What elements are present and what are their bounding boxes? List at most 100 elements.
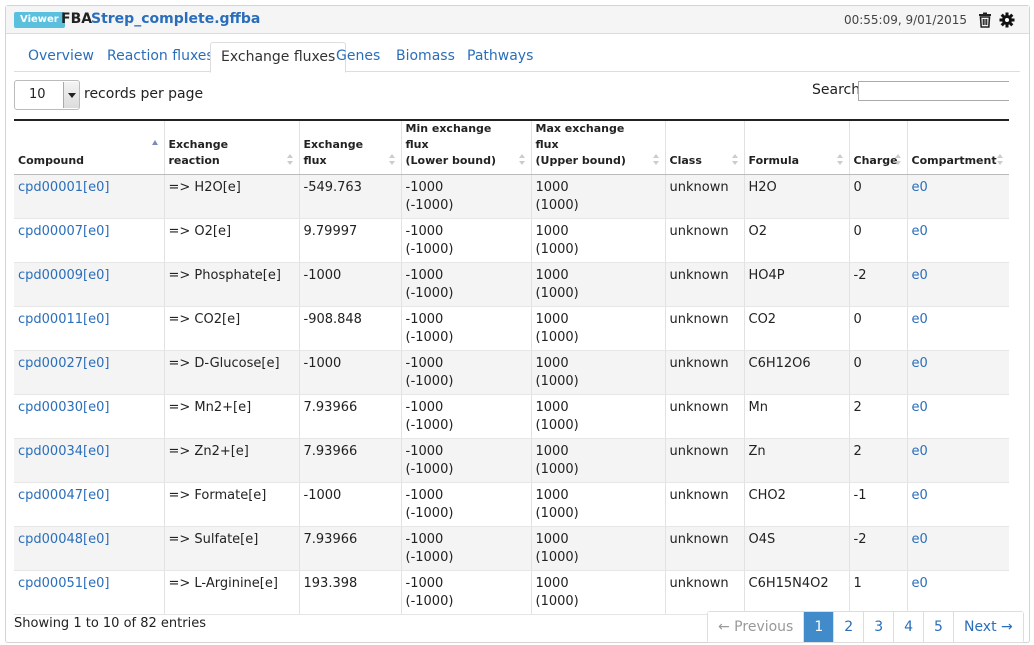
cell-compound: cpd00051[e0] — [14, 570, 165, 615]
next-page-button[interactable]: Next → — [953, 612, 1023, 642]
sort-both-icon — [388, 154, 395, 166]
tab-pathways[interactable]: Pathways — [457, 42, 543, 72]
compartment-link[interactable]: e0 — [912, 224, 928, 239]
cell-max-exchange-flux: 1000 (1000) — [531, 438, 666, 483]
column-header-compound[interactable]: Compound — [14, 119, 165, 175]
records-per-page-label: records per page — [84, 86, 204, 102]
cell-compartment: e0 — [907, 306, 1009, 351]
page-button-4[interactable]: 4 — [894, 612, 925, 642]
compound-link[interactable]: cpd00011[e0] — [18, 312, 109, 327]
tab-bar: Overview Reaction fluxes Exchange fluxes… — [14, 42, 1020, 73]
chevron-down-icon[interactable] — [63, 82, 79, 108]
compartment-link[interactable]: e0 — [912, 532, 928, 547]
compartment-link[interactable]: e0 — [912, 400, 928, 415]
tab-biomass[interactable]: Biomass — [386, 42, 465, 72]
charge-value: -1 — [853, 488, 867, 503]
cell-class: unknown — [665, 482, 745, 527]
cell-exchange-flux: 9.79997 — [299, 218, 402, 263]
column-header-charge[interactable]: Charge — [849, 119, 908, 175]
cell-formula: O4S — [744, 526, 850, 571]
compound-link[interactable]: cpd00048[e0] — [18, 532, 109, 547]
exchange-flux-value: -1000 — [303, 488, 342, 503]
records-per-page-select[interactable]: 10 — [14, 80, 80, 110]
compound-link[interactable]: cpd00009[e0] — [18, 268, 109, 283]
cell-exchange-reaction: => Mn2+[e] — [164, 394, 300, 439]
compartment-link[interactable]: e0 — [912, 180, 928, 195]
compound-link[interactable]: cpd00047[e0] — [18, 488, 109, 503]
charge-value: -2 — [853, 268, 867, 283]
cell-exchange-reaction: => O2[e] — [164, 218, 300, 263]
trash-icon[interactable] — [977, 12, 993, 28]
compound-link[interactable]: cpd00027[e0] — [18, 356, 109, 371]
column-header-class[interactable]: Class — [665, 119, 745, 175]
records-per-page-value: 10 — [29, 87, 46, 102]
max-exchange-flux-bound: (1000) — [535, 198, 579, 213]
min-exchange-flux-value: -1000 — [405, 268, 444, 283]
cell-max-exchange-flux: 1000 (1000) — [531, 174, 666, 219]
exchange-reaction-value: => Phosphate[e] — [168, 268, 281, 283]
tab-reaction-fluxes[interactable]: Reaction fluxes — [97, 42, 224, 72]
cell-exchange-flux: -1000 — [299, 482, 402, 527]
column-header-exchange-reaction[interactable]: Exchange reaction — [164, 119, 300, 175]
object-name-link[interactable]: Strep_complete.gffba — [91, 11, 260, 27]
compartment-link[interactable]: e0 — [912, 268, 928, 283]
class-value: unknown — [669, 532, 729, 547]
cell-class: unknown — [665, 438, 745, 483]
column-header-formula[interactable]: Formula — [744, 119, 850, 175]
column-header-max-exchange-flux[interactable]: Max exchange flux (Upper bound) — [531, 119, 666, 175]
cell-min-exchange-flux: -1000 (-1000) — [401, 306, 532, 351]
table-row: cpd00011[e0] => CO2[e] -908.848 -1000 (-1000… — [14, 306, 1009, 351]
page-button-1[interactable]: 1 — [804, 612, 835, 642]
cell-charge: 0 — [849, 350, 908, 395]
tab-genes[interactable]: Genes — [326, 42, 390, 72]
min-exchange-flux-bound: (-1000) — [405, 550, 454, 565]
page-button-5[interactable]: 5 — [924, 612, 954, 642]
max-exchange-flux-value: 1000 — [535, 356, 569, 371]
column-header-exchange-flux[interactable]: Exchange flux — [299, 119, 402, 175]
gear-icon[interactable] — [999, 12, 1015, 28]
cell-max-exchange-flux: 1000 (1000) — [531, 262, 666, 307]
cell-class: unknown — [665, 262, 745, 307]
compartment-link[interactable]: e0 — [912, 488, 928, 503]
cell-class: unknown — [665, 350, 745, 395]
exchange-reaction-value: => L-Arginine[e] — [168, 576, 278, 591]
cell-compound: cpd00034[e0] — [14, 438, 165, 483]
max-exchange-flux-bound: (1000) — [535, 462, 579, 477]
formula-value: Zn — [748, 444, 766, 459]
previous-page-button[interactable]: ← Previous — [708, 612, 805, 642]
page-button-3[interactable]: 3 — [864, 612, 895, 642]
column-header-min-exchange-flux[interactable]: Min exchange flux (Lower bound) — [401, 119, 532, 175]
cell-compartment: e0 — [907, 438, 1009, 483]
compartment-link[interactable]: e0 — [912, 576, 928, 591]
cell-max-exchange-flux: 1000 (1000) — [531, 218, 666, 263]
cell-compound: cpd00030[e0] — [14, 394, 165, 439]
max-exchange-flux-value: 1000 — [535, 400, 569, 415]
exchange-flux-value: 193.398 — [303, 576, 358, 591]
cell-min-exchange-flux: -1000 (-1000) — [401, 570, 532, 615]
max-exchange-flux-bound: (1000) — [535, 374, 579, 389]
compound-link[interactable]: cpd00001[e0] — [18, 180, 109, 195]
min-exchange-flux-value: -1000 — [405, 312, 444, 327]
compound-link[interactable]: cpd00051[e0] — [18, 576, 109, 591]
charge-value: 2 — [853, 400, 862, 415]
compound-link[interactable]: cpd00007[e0] — [18, 224, 109, 239]
compartment-link[interactable]: e0 — [912, 444, 928, 459]
sort-both-icon — [286, 154, 293, 166]
compound-link[interactable]: cpd00030[e0] — [18, 400, 109, 415]
search-input[interactable] — [858, 81, 1009, 101]
cell-formula: Mn — [744, 394, 850, 439]
exchange-flux-value: 7.93966 — [303, 400, 358, 415]
compartment-link[interactable]: e0 — [912, 312, 928, 327]
charge-value: 1 — [853, 576, 862, 591]
compound-link[interactable]: cpd00034[e0] — [18, 444, 109, 459]
formula-value: C6H12O6 — [748, 356, 811, 371]
page-button-2[interactable]: 2 — [834, 612, 865, 642]
column-header-compartment[interactable]: Compartment — [907, 119, 1009, 175]
cell-compound: cpd00009[e0] — [14, 262, 165, 307]
min-exchange-flux-value: -1000 — [405, 488, 444, 503]
min-exchange-flux-value: -1000 — [405, 532, 444, 547]
compartment-link[interactable]: e0 — [912, 356, 928, 371]
tab-overview[interactable]: Overview — [18, 42, 104, 72]
search-label: Search: — [812, 82, 865, 98]
timestamp: 00:55:09, 9/01/2015 — [843, 13, 967, 27]
